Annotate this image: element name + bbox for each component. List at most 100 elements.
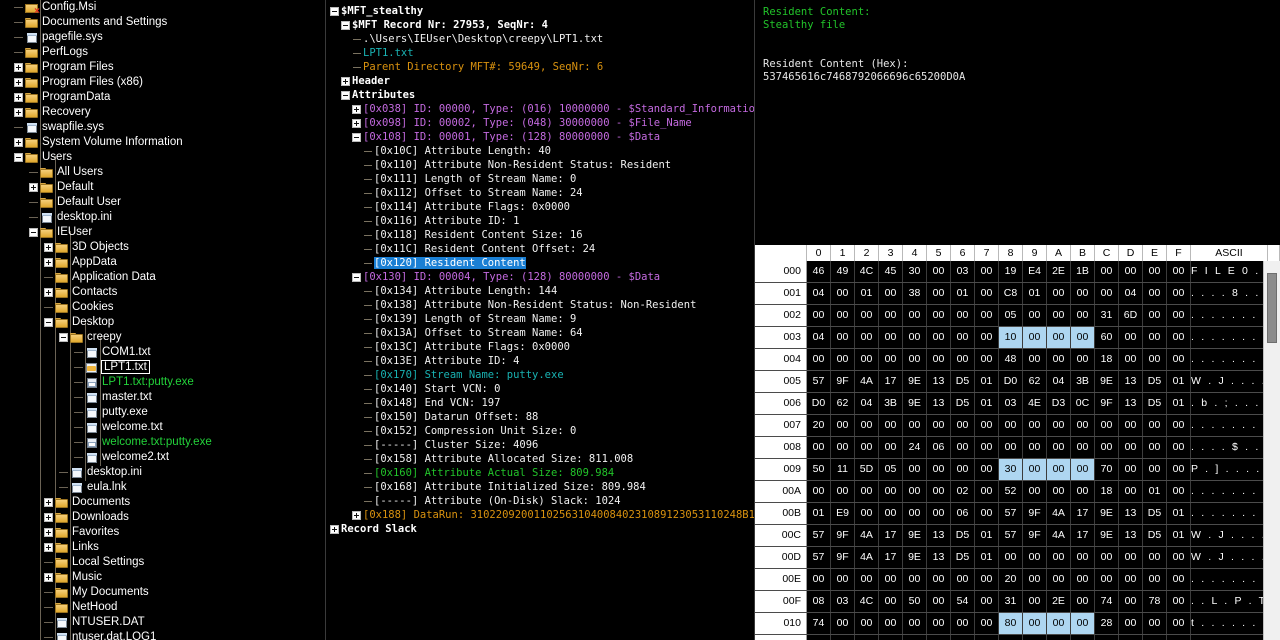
mft-record-tree[interactable]: $MFT_stealthy $MFT Record Nr: 27953, SeqN… <box>326 0 754 536</box>
hex-byte[interactable]: 00 <box>927 591 951 612</box>
hex-byte[interactable]: 01 <box>1023 283 1047 304</box>
tree-item[interactable]: Downloads <box>0 510 325 525</box>
hex-byte[interactable]: 00 <box>1143 283 1167 304</box>
hex-byte[interactable]: 00 <box>831 415 855 436</box>
hex-byte[interactable]: 6D <box>1119 305 1143 326</box>
hex-byte[interactable]: 00 <box>927 503 951 524</box>
hex-byte[interactable]: 5D <box>855 459 879 480</box>
hex-byte[interactable]: 00 <box>1167 415 1191 436</box>
hex-byte[interactable]: 00 <box>1071 459 1095 480</box>
hex-byte[interactable]: 00 <box>1047 349 1071 370</box>
hex-row[interactable]: 00B 01 E9 00 00 00 00 06 00 57 9F 4A 17 9E 13 D5 01. . .… <box>755 503 1264 525</box>
hex-byte[interactable]: 00 <box>1071 327 1095 348</box>
hex-byte[interactable]: 04 <box>807 327 831 348</box>
mft-tree-row[interactable]: [0x10C] Attribute Length: 40 <box>330 144 754 158</box>
hex-byte[interactable]: 00 <box>831 569 855 590</box>
hex-byte[interactable]: 00 <box>855 349 879 370</box>
hex-row[interactable]: 004 00 00 00 00 00 00 00 00 48 00 00 00 18 00 00 00. . .… <box>755 349 1264 371</box>
hex-byte[interactable]: 00 <box>1023 547 1047 568</box>
hex-byte[interactable]: 04 <box>1047 371 1071 392</box>
tree-item[interactable]: Music <box>0 570 325 585</box>
hex-byte[interactable]: 13 <box>1119 371 1143 392</box>
hex-byte[interactable]: 00 <box>1143 437 1167 458</box>
hex-byte[interactable]: 00 <box>855 613 879 634</box>
tree-item[interactable]: Program Files <box>0 60 325 75</box>
hex-byte[interactable]: 00 <box>1023 459 1047 480</box>
hex-byte[interactable]: 9E <box>1095 503 1119 524</box>
hex-byte[interactable]: D5 <box>951 393 975 414</box>
hex-byte[interactable]: 00 <box>1167 481 1191 502</box>
hex-byte[interactable]: 00 <box>999 547 1023 568</box>
hex-byte[interactable]: C8 <box>999 283 1023 304</box>
tree-item[interactable]: Default User <box>0 195 325 210</box>
hex-byte[interactable]: 00 <box>879 481 903 502</box>
mft-tree-row[interactable]: [0x038] ID: 00000, Type: (016) 10000000 … <box>330 102 754 116</box>
hex-editor[interactable]: 0 1 2 3 4 5 6 7 8 9 A B C D E F ASCII 000 46 49 4C 45 30 00 03 0… <box>755 245 1280 640</box>
tree-item[interactable]: 3D Objects <box>0 240 325 255</box>
hex-byte[interactable]: 00 <box>1047 635 1071 640</box>
tree-item[interactable]: Favorites <box>0 525 325 540</box>
hex-byte[interactable]: D5 <box>1143 503 1167 524</box>
hex-byte[interactable]: D5 <box>951 371 975 392</box>
hex-row[interactable]: 000 46 49 4C 45 30 00 03 00 19 E4 2E 1B 00 00 00 00 F I L… <box>755 261 1264 283</box>
hex-byte[interactable]: 11 <box>831 459 855 480</box>
hex-byte[interactable]: 01 <box>1167 525 1191 546</box>
tree-item[interactable]: master.txt <box>0 390 325 405</box>
hex-byte[interactable]: 00 <box>951 415 975 436</box>
hex-byte[interactable]: 13 <box>927 525 951 546</box>
hex-byte[interactable]: 04 <box>807 283 831 304</box>
hex-byte[interactable]: 01 <box>807 503 831 524</box>
hex-byte[interactable]: 00 <box>927 327 951 348</box>
hex-byte[interactable]: 00 <box>1119 613 1143 634</box>
mft-tree-row[interactable]: [0x112] Offset to Stream Name: 24 <box>330 186 754 200</box>
hex-byte[interactable]: 01 <box>951 283 975 304</box>
hex-byte[interactable]: 00 <box>807 635 831 640</box>
hex-byte[interactable]: 00 <box>951 305 975 326</box>
hex-byte[interactable]: 00 <box>1071 283 1095 304</box>
hex-byte[interactable]: 00 <box>1095 547 1119 568</box>
hex-byte[interactable]: 00 <box>1167 261 1191 282</box>
expand-icon[interactable] <box>44 258 53 267</box>
mft-tree-row[interactable]: [0x170] Stream Name: putty.exe <box>330 368 754 382</box>
hex-byte[interactable]: 00 <box>1047 437 1071 458</box>
expand-icon[interactable] <box>352 510 361 520</box>
mft-tree-row[interactable]: [0x11C] Resident Content Offset: 24 <box>330 242 754 256</box>
mft-tree-row[interactable]: [0x111] Length of Stream Name: 0 <box>330 172 754 186</box>
tree-item[interactable]: welcome2.txt <box>0 450 325 465</box>
mft-tree-row[interactable]: Parent Directory MFT#: 59649, SeqNr: 6 <box>330 60 754 74</box>
mft-tree-row[interactable]: [0x13A] Offset to Stream Name: 64 <box>330 326 754 340</box>
hex-byte[interactable]: 9E <box>903 525 927 546</box>
collapse-icon[interactable] <box>29 228 38 237</box>
hex-byte[interactable]: 30 <box>999 459 1023 480</box>
hex-byte[interactable]: 00 <box>1119 481 1143 502</box>
tree-item[interactable]: Cookies <box>0 300 325 315</box>
hex-byte[interactable]: 00 <box>975 327 999 348</box>
hex-byte[interactable]: 00 <box>1143 635 1167 640</box>
hex-byte[interactable]: 00 <box>975 415 999 436</box>
hex-byte[interactable]: 00 <box>1095 283 1119 304</box>
hex-byte[interactable]: 28 <box>1095 613 1119 634</box>
hex-byte[interactable]: 00 <box>1167 437 1191 458</box>
hex-byte[interactable]: 04 <box>1119 283 1143 304</box>
tree-item[interactable]: Documents <box>0 495 325 510</box>
hex-byte[interactable]: 00 <box>879 635 903 640</box>
hex-byte[interactable]: 00 <box>855 437 879 458</box>
expand-icon[interactable] <box>44 243 53 252</box>
hex-byte[interactable]: 74 <box>807 613 831 634</box>
expand-icon[interactable] <box>44 543 53 552</box>
hex-byte[interactable]: 9F <box>1095 393 1119 414</box>
mft-tree-row[interactable]: [0x168] Attribute Initialized Size: 809.… <box>330 480 754 494</box>
hex-byte[interactable]: 74 <box>1095 591 1119 612</box>
file-tree-panel[interactable]: Config.Msi Documents and Settings pagefile… <box>0 0 325 640</box>
hex-byte[interactable]: 9E <box>903 393 927 414</box>
hex-byte[interactable]: 00 <box>1167 327 1191 348</box>
hex-byte[interactable]: 01 <box>855 283 879 304</box>
hex-byte[interactable]: 00 <box>1119 415 1143 436</box>
mft-tree-row[interactable]: $MFT Record Nr: 27953, SeqNr: 4 <box>330 18 754 32</box>
mft-tree-row[interactable]: LPT1.txt <box>330 46 754 60</box>
hex-byte[interactable]: 46 <box>807 261 831 282</box>
hex-byte[interactable]: 17 <box>1071 503 1095 524</box>
expand-icon[interactable] <box>44 528 53 537</box>
hex-byte[interactable]: 9E <box>1095 371 1119 392</box>
hex-byte[interactable]: 4C <box>855 261 879 282</box>
